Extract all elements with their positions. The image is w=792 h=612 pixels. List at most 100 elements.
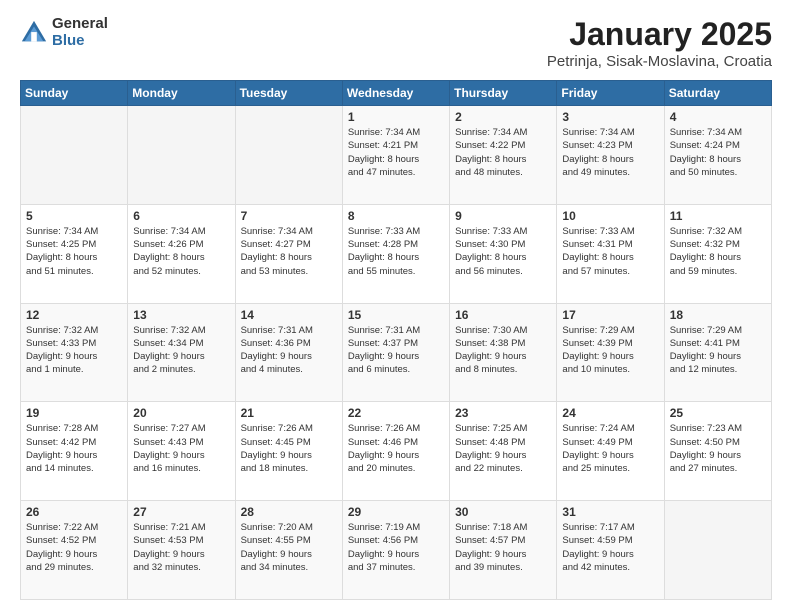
cell-info: Sunrise: 7:34 AM Sunset: 4:21 PM Dayligh… [348, 126, 444, 179]
header-friday: Friday [557, 81, 664, 106]
cell-info: Sunrise: 7:31 AM Sunset: 4:37 PM Dayligh… [348, 324, 444, 377]
cell-info: Sunrise: 7:33 AM Sunset: 4:30 PM Dayligh… [455, 225, 551, 278]
table-row: 16 Sunrise: 7:30 AM Sunset: 4:38 PM Dayli… [450, 303, 557, 402]
cell-info: Sunrise: 7:34 AM Sunset: 4:22 PM Dayligh… [455, 126, 551, 179]
table-row: 28 Sunrise: 7:20 AM Sunset: 4:55 PM Dayli… [235, 501, 342, 600]
table-row: 12Sunrise: 7:32 AM Sunset: 4:33 PM Dayli… [21, 303, 128, 402]
cell-info: Sunrise: 7:20 AM Sunset: 4:55 PM Dayligh… [241, 521, 337, 574]
table-row: 19 Sunrise: 7:28 AM Sunset: 4:42 PM Dayli… [21, 402, 128, 501]
calendar-header-row: Sunday Monday Tuesday Wednesday Thursday… [21, 81, 772, 106]
cell-day-number: 4 [670, 110, 766, 124]
table-row: 25Sunrise: 7:23 AM Sunset: 4:50 PM Dayli… [664, 402, 771, 501]
cell-day-number: 20 [133, 406, 229, 420]
header: General Blue January 2025 Petrinja, Sisa… [20, 16, 772, 70]
table-row: 30Sunrise: 7:18 AM Sunset: 4:57 PM Dayli… [450, 501, 557, 600]
logo-icon [20, 19, 48, 47]
cell-day-number: 22 [348, 406, 444, 420]
table-row: 2Sunrise: 7:34 AM Sunset: 4:22 PM Daylig… [450, 106, 557, 205]
table-row: 3Sunrise: 7:34 AM Sunset: 4:23 PM Daylig… [557, 106, 664, 205]
table-row [21, 106, 128, 205]
cell-day-number: 23 [455, 406, 551, 420]
table-row: 13 Sunrise: 7:32 AM Sunset: 4:34 PM Dayli… [128, 303, 235, 402]
calendar-week-row: 19 Sunrise: 7:28 AM Sunset: 4:42 PM Dayli… [21, 402, 772, 501]
table-row: 5Sunrise: 7:34 AM Sunset: 4:25 PM Daylig… [21, 204, 128, 303]
cell-info: Sunrise: 7:29 AM Sunset: 4:41 PM Dayligh… [670, 324, 766, 377]
cell-info: Sunrise: 7:19 AM Sunset: 4:56 PM Dayligh… [348, 521, 444, 574]
cell-day-number: 6 [133, 209, 229, 223]
table-row: 10 Sunrise: 7:33 AM Sunset: 4:31 PM Dayli… [557, 204, 664, 303]
cell-day-number: 9 [455, 209, 551, 223]
cell-info: Sunrise: 7:24 AM Sunset: 4:49 PM Dayligh… [562, 422, 658, 475]
cell-day-number: 28 [241, 505, 337, 519]
cell-day-number: 12 [26, 308, 122, 322]
header-monday: Monday [128, 81, 235, 106]
cell-info: Sunrise: 7:31 AM Sunset: 4:36 PM Dayligh… [241, 324, 337, 377]
header-wednesday: Wednesday [342, 81, 449, 106]
calendar-table: Sunday Monday Tuesday Wednesday Thursday… [20, 80, 772, 600]
table-row: 11 Sunrise: 7:32 AM Sunset: 4:32 PM Dayli… [664, 204, 771, 303]
cell-info: Sunrise: 7:34 AM Sunset: 4:24 PM Dayligh… [670, 126, 766, 179]
title-block: January 2025 Petrinja, Sisak-Moslavina, … [547, 16, 772, 70]
cell-info: Sunrise: 7:32 AM Sunset: 4:32 PM Dayligh… [670, 225, 766, 278]
cell-info: Sunrise: 7:25 AM Sunset: 4:48 PM Dayligh… [455, 422, 551, 475]
logo-text: General Blue [52, 16, 108, 49]
table-row [128, 106, 235, 205]
header-tuesday: Tuesday [235, 81, 342, 106]
cell-day-number: 21 [241, 406, 337, 420]
cell-info: Sunrise: 7:22 AM Sunset: 4:52 PM Dayligh… [26, 521, 122, 574]
table-row: 4 Sunrise: 7:34 AM Sunset: 4:24 PM Daylig… [664, 106, 771, 205]
cell-day-number: 7 [241, 209, 337, 223]
calendar-week-row: 5Sunrise: 7:34 AM Sunset: 4:25 PM Daylig… [21, 204, 772, 303]
table-row: 1Sunrise: 7:34 AM Sunset: 4:21 PM Daylig… [342, 106, 449, 205]
table-row: 6 Sunrise: 7:34 AM Sunset: 4:26 PM Daylig… [128, 204, 235, 303]
cell-info: Sunrise: 7:34 AM Sunset: 4:25 PM Dayligh… [26, 225, 122, 278]
cell-day-number: 26 [26, 505, 122, 519]
table-row: 23 Sunrise: 7:25 AM Sunset: 4:48 PM Dayli… [450, 402, 557, 501]
cell-day-number: 29 [348, 505, 444, 519]
header-sunday: Sunday [21, 81, 128, 106]
calendar-week-row: 26 Sunrise: 7:22 AM Sunset: 4:52 PM Dayli… [21, 501, 772, 600]
cell-day-number: 10 [562, 209, 658, 223]
header-saturday: Saturday [664, 81, 771, 106]
table-row: 14 Sunrise: 7:31 AM Sunset: 4:36 PM Dayli… [235, 303, 342, 402]
table-row: 24 Sunrise: 7:24 AM Sunset: 4:49 PM Dayli… [557, 402, 664, 501]
cell-day-number: 11 [670, 209, 766, 223]
logo: General Blue [20, 16, 108, 49]
table-row: 29 Sunrise: 7:19 AM Sunset: 4:56 PM Dayli… [342, 501, 449, 600]
cell-info: Sunrise: 7:33 AM Sunset: 4:31 PM Dayligh… [562, 225, 658, 278]
table-row: 17Sunrise: 7:29 AM Sunset: 4:39 PM Dayli… [557, 303, 664, 402]
cell-info: Sunrise: 7:34 AM Sunset: 4:27 PM Dayligh… [241, 225, 337, 278]
cell-day-number: 18 [670, 308, 766, 322]
cell-info: Sunrise: 7:21 AM Sunset: 4:53 PM Dayligh… [133, 521, 229, 574]
cell-day-number: 15 [348, 308, 444, 322]
table-row: 26 Sunrise: 7:22 AM Sunset: 4:52 PM Dayli… [21, 501, 128, 600]
cell-info: Sunrise: 7:30 AM Sunset: 4:38 PM Dayligh… [455, 324, 551, 377]
table-row: 27 Sunrise: 7:21 AM Sunset: 4:53 PM Dayli… [128, 501, 235, 600]
table-row: 21 Sunrise: 7:26 AM Sunset: 4:45 PM Dayli… [235, 402, 342, 501]
cell-day-number: 8 [348, 209, 444, 223]
table-row: 31Sunrise: 7:17 AM Sunset: 4:59 PM Dayli… [557, 501, 664, 600]
cell-info: Sunrise: 7:26 AM Sunset: 4:45 PM Dayligh… [241, 422, 337, 475]
cell-day-number: 27 [133, 505, 229, 519]
cell-day-number: 19 [26, 406, 122, 420]
cell-info: Sunrise: 7:18 AM Sunset: 4:57 PM Dayligh… [455, 521, 551, 574]
cell-day-number: 16 [455, 308, 551, 322]
table-row: 7 Sunrise: 7:34 AM Sunset: 4:27 PM Daylig… [235, 204, 342, 303]
cell-info: Sunrise: 7:27 AM Sunset: 4:43 PM Dayligh… [133, 422, 229, 475]
table-row: 8 Sunrise: 7:33 AM Sunset: 4:28 PM Daylig… [342, 204, 449, 303]
cell-day-number: 24 [562, 406, 658, 420]
table-row [235, 106, 342, 205]
cell-info: Sunrise: 7:34 AM Sunset: 4:26 PM Dayligh… [133, 225, 229, 278]
cell-day-number: 13 [133, 308, 229, 322]
cell-day-number: 14 [241, 308, 337, 322]
table-row: 18 Sunrise: 7:29 AM Sunset: 4:41 PM Dayli… [664, 303, 771, 402]
calendar-week-row: 12Sunrise: 7:32 AM Sunset: 4:33 PM Dayli… [21, 303, 772, 402]
cell-info: Sunrise: 7:34 AM Sunset: 4:23 PM Dayligh… [562, 126, 658, 179]
cell-day-number: 17 [562, 308, 658, 322]
cell-day-number: 31 [562, 505, 658, 519]
cell-info: Sunrise: 7:33 AM Sunset: 4:28 PM Dayligh… [348, 225, 444, 278]
table-row [664, 501, 771, 600]
cell-info: Sunrise: 7:28 AM Sunset: 4:42 PM Dayligh… [26, 422, 122, 475]
cell-info: Sunrise: 7:32 AM Sunset: 4:34 PM Dayligh… [133, 324, 229, 377]
header-thursday: Thursday [450, 81, 557, 106]
